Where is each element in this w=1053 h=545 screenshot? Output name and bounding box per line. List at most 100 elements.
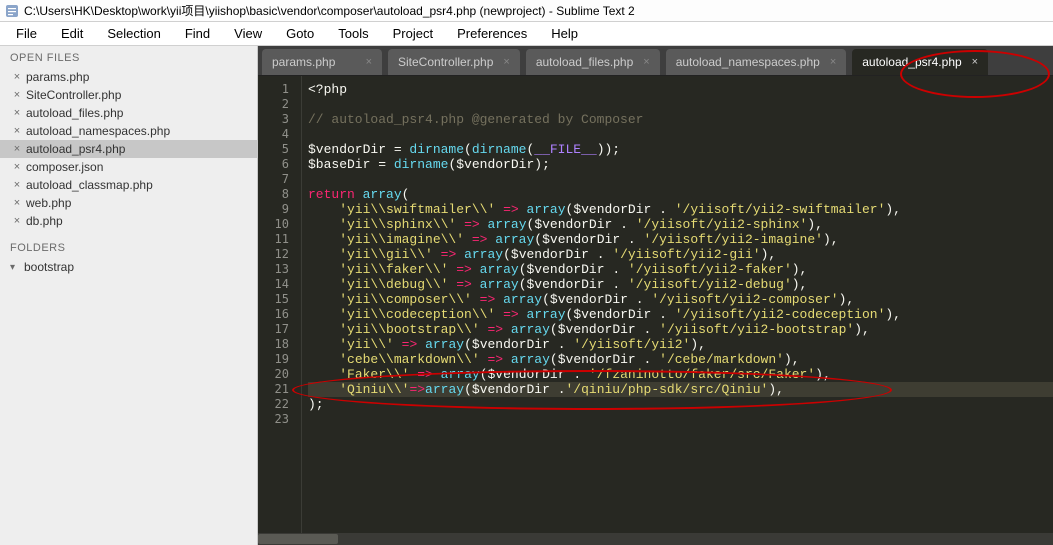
folder-item[interactable]: ▾bootstrap xyxy=(0,258,257,276)
open-file-name: SiteController.php xyxy=(26,88,121,102)
close-icon[interactable]: × xyxy=(10,179,24,191)
tab[interactable]: SiteController.php× xyxy=(388,49,520,75)
close-icon[interactable]: × xyxy=(962,56,978,68)
folders-heading: FOLDERS xyxy=(0,236,257,258)
folder-name: bootstrap xyxy=(24,260,74,274)
open-file[interactable]: ×web.php xyxy=(0,194,257,212)
close-icon[interactable]: × xyxy=(820,56,836,68)
gutter-line: 15 xyxy=(258,292,289,307)
open-file[interactable]: ×autoload_classmap.php xyxy=(0,176,257,194)
window-title: C:\Users\HK\Desktop\work\yii项目\yiishop\b… xyxy=(24,2,635,19)
open-file[interactable]: ×composer.json xyxy=(0,158,257,176)
menu-help[interactable]: Help xyxy=(539,23,590,44)
code-line[interactable]: 'cebe\\markdown\\' => array($vendorDir .… xyxy=(308,352,1053,367)
gutter-line: 20 xyxy=(258,367,289,382)
code-line[interactable]: 'yii\\codeception\\' => array($vendorDir… xyxy=(308,307,1053,322)
menu-project[interactable]: Project xyxy=(381,23,445,44)
close-icon[interactable]: × xyxy=(10,161,24,173)
close-icon[interactable]: × xyxy=(10,71,24,83)
gutter-line: 8 xyxy=(258,187,289,202)
gutter-line: 12 xyxy=(258,247,289,262)
code-line[interactable]: 'Qiniu\\'=>array($vendorDir .'/qiniu/php… xyxy=(308,382,1053,397)
code-line[interactable] xyxy=(308,412,1053,427)
open-file-name: autoload_classmap.php xyxy=(26,178,153,192)
code-line[interactable]: 'yii\\' => array($vendorDir . '/yiisoft/… xyxy=(308,337,1053,352)
gutter-line: 14 xyxy=(258,277,289,292)
tab[interactable]: autoload_psr4.php× xyxy=(852,49,988,75)
code-line[interactable]: 'yii\\debug\\' => array($vendorDir . '/y… xyxy=(308,277,1053,292)
tab[interactable]: params.php × xyxy=(262,49,382,75)
open-file-name: web.php xyxy=(26,196,71,210)
menu-goto[interactable]: Goto xyxy=(274,23,326,44)
tab[interactable]: autoload_files.php× xyxy=(526,49,660,75)
close-icon[interactable]: × xyxy=(10,125,24,137)
code-line[interactable]: 'Faker\\' => array($vendorDir . '/fzanin… xyxy=(308,367,1053,382)
tab[interactable]: autoload_namespaces.php× xyxy=(666,49,847,75)
horizontal-scrollbar[interactable] xyxy=(258,533,1053,545)
gutter-line: 17 xyxy=(258,322,289,337)
code-line[interactable] xyxy=(308,172,1053,187)
menu-tools[interactable]: Tools xyxy=(326,23,380,44)
code-line[interactable]: 'yii\\gii\\' => array($vendorDir . '/yii… xyxy=(308,247,1053,262)
close-icon[interactable]: × xyxy=(10,143,24,155)
app-icon xyxy=(4,3,20,19)
code-line[interactable]: 'yii\\sphinx\\' => array($vendorDir . '/… xyxy=(308,217,1053,232)
code-line[interactable]: <?php xyxy=(308,82,1053,97)
code-line[interactable]: $vendorDir = dirname(dirname(__FILE__)); xyxy=(308,142,1053,157)
open-file-name: params.php xyxy=(26,70,89,84)
gutter: 1234567891011121314151617181920212223 xyxy=(258,76,302,545)
close-icon[interactable]: × xyxy=(10,89,24,101)
open-file[interactable]: ×autoload_namespaces.php xyxy=(0,122,257,140)
tab-label: params.php xyxy=(272,55,335,69)
code-line[interactable] xyxy=(308,97,1053,112)
tab-label: autoload_files.php xyxy=(536,55,633,69)
close-icon[interactable]: × xyxy=(493,56,509,68)
open-file-name: composer.json xyxy=(26,160,103,174)
menu-edit[interactable]: Edit xyxy=(49,23,95,44)
close-icon[interactable]: × xyxy=(10,107,24,119)
menu-view[interactable]: View xyxy=(222,23,274,44)
code-line[interactable]: 'yii\\swiftmailer\\' => array($vendorDir… xyxy=(308,202,1053,217)
tab-label: autoload_psr4.php xyxy=(862,55,961,69)
code-content[interactable]: <?php // autoload_psr4.php @generated by… xyxy=(302,76,1053,545)
close-icon[interactable]: × xyxy=(10,215,24,227)
gutter-line: 13 xyxy=(258,262,289,277)
open-file-name: autoload_files.php xyxy=(26,106,123,120)
open-file-name: db.php xyxy=(26,214,63,228)
close-icon[interactable]: × xyxy=(633,56,649,68)
menu-preferences[interactable]: Preferences xyxy=(445,23,539,44)
open-file[interactable]: ×SiteController.php xyxy=(0,86,257,104)
menu-selection[interactable]: Selection xyxy=(95,23,172,44)
code-area[interactable]: 1234567891011121314151617181920212223 <?… xyxy=(258,76,1053,545)
menu-file[interactable]: File xyxy=(4,23,49,44)
open-files-heading: OPEN FILES xyxy=(0,46,257,68)
open-file[interactable]: ×autoload_psr4.php xyxy=(0,140,257,158)
code-line[interactable]: 'yii\\imagine\\' => array($vendorDir . '… xyxy=(308,232,1053,247)
open-file[interactable]: ×params.php xyxy=(0,68,257,86)
code-line[interactable] xyxy=(308,127,1053,142)
sidebar: OPEN FILES ×params.php×SiteController.ph… xyxy=(0,46,258,545)
code-line[interactable]: // autoload_psr4.php @generated by Compo… xyxy=(308,112,1053,127)
scrollbar-thumb[interactable] xyxy=(258,534,338,544)
gutter-line: 16 xyxy=(258,307,289,322)
code-line[interactable]: 'yii\\composer\\' => array($vendorDir . … xyxy=(308,292,1053,307)
menu-find[interactable]: Find xyxy=(173,23,222,44)
tab-label: SiteController.php xyxy=(398,55,493,69)
open-file-name: autoload_psr4.php xyxy=(26,142,125,156)
chevron-down-icon: ▾ xyxy=(10,262,24,273)
gutter-line: 21 xyxy=(258,382,289,397)
editor-area: params.php×SiteController.php×autoload_f… xyxy=(258,46,1053,545)
code-line[interactable]: ); xyxy=(308,397,1053,412)
close-icon[interactable]: × xyxy=(10,197,24,209)
code-line[interactable]: 'yii\\bootstrap\\' => array($vendorDir .… xyxy=(308,322,1053,337)
gutter-line: 18 xyxy=(258,337,289,352)
gutter-line: 1 xyxy=(258,82,289,97)
close-icon[interactable]: × xyxy=(356,56,372,68)
gutter-line: 7 xyxy=(258,172,289,187)
code-line[interactable]: return array( xyxy=(308,187,1053,202)
open-file[interactable]: ×db.php xyxy=(0,212,257,230)
code-line[interactable]: $baseDir = dirname($vendorDir); xyxy=(308,157,1053,172)
tab-label: autoload_namespaces.php xyxy=(676,55,820,69)
open-file[interactable]: ×autoload_files.php xyxy=(0,104,257,122)
code-line[interactable]: 'yii\\faker\\' => array($vendorDir . '/y… xyxy=(308,262,1053,277)
